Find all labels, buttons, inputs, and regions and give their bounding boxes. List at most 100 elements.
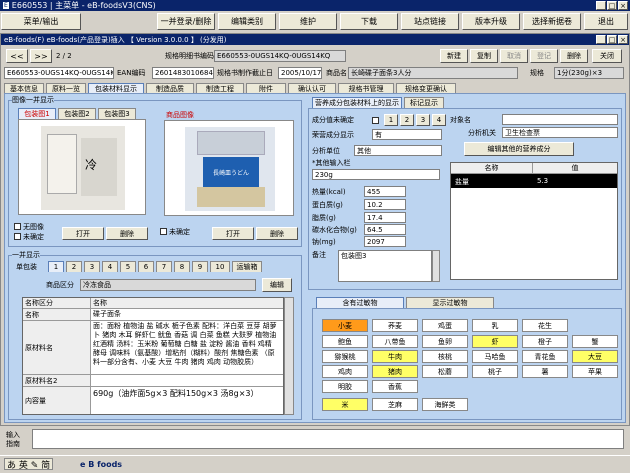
open-product-image-button[interactable]: 打开 (212, 227, 254, 240)
cancel-button[interactable]: 取消 (500, 49, 528, 63)
table-row[interactable]: 原材料名2 (23, 375, 283, 387)
tab-spec-change[interactable]: 规格变更确认 (396, 83, 456, 93)
allergen-item[interactable]: 马哈鱼 (472, 350, 518, 363)
spec-code-field[interactable]: E660553-0UGS14KQ-0UGS14KQ (214, 50, 346, 62)
menu-exit[interactable]: 退出 (584, 13, 628, 30)
tab-allergen-displayed[interactable]: 显示过敏物 (406, 297, 494, 308)
unset-values-checkbox[interactable] (372, 116, 381, 124)
next-record-button[interactable]: >> (30, 49, 52, 63)
nutrition-set-1[interactable]: 1 (384, 114, 398, 126)
other-input-field[interactable]: 230g (312, 169, 440, 180)
product-name-field[interactable]: 长崎碟子面条3人分 (348, 67, 518, 79)
sodium-field[interactable]: 2097 (364, 236, 406, 247)
pkg-tab-9[interactable]: 9 (192, 261, 208, 272)
allergen-item[interactable]: 花生 (522, 319, 568, 332)
allergen-item[interactable]: 鲍鱼 (322, 335, 368, 348)
menu-edit-category[interactable]: 编辑类别 (218, 13, 276, 30)
delete-product-image-button[interactable]: 删除 (256, 227, 298, 240)
allergen-item[interactable]: 芝麻 (372, 398, 418, 411)
open-pkg-image-button[interactable]: 打开 (62, 227, 104, 240)
pkg-tab-5[interactable]: 5 (120, 261, 136, 272)
delete-button[interactable]: 删除 (560, 49, 588, 63)
table-row[interactable]: 内容量 690g（油炸面5g×3 配料150g×3 汤8g×3） (23, 387, 283, 414)
sub-close-button[interactable]: × (618, 35, 628, 44)
nutrition-set-2[interactable]: 2 (400, 114, 414, 126)
allergen-item[interactable]: 苹果 (572, 365, 618, 378)
energy-field[interactable]: 455 (364, 186, 406, 197)
nutrition-set-4[interactable]: 4 (432, 114, 446, 126)
tab-pkg-image-2[interactable]: 包装图2 (58, 108, 96, 119)
allergen-item[interactable]: 牛肉 (372, 350, 418, 363)
allergen-item[interactable]: 小麦 (322, 319, 368, 332)
menu-version-upgrade[interactable]: 版本升级 (462, 13, 520, 30)
menu-output[interactable]: 菜单/输出 (1, 13, 81, 30)
allergen-item[interactable]: 海鲜类 (422, 398, 468, 411)
note-scrollbar[interactable] (432, 250, 440, 282)
allergen-item[interactable]: 虾 (472, 335, 518, 348)
product-category-field[interactable]: 冷冻食品 (80, 279, 256, 291)
table-scrollbar[interactable] (284, 297, 294, 415)
close-button[interactable]: 关闭 (592, 49, 622, 63)
note-field[interactable]: 包装图3 (338, 250, 432, 282)
pkg-tab-10[interactable]: 10 (210, 261, 230, 272)
pkg-tab-8[interactable]: 8 (174, 261, 190, 272)
allergen-item[interactable]: 大豆 (572, 350, 618, 363)
pkg-tab-shipping-box[interactable]: 运输箱 (232, 261, 262, 272)
maximize-button[interactable]: □ (607, 1, 617, 10)
tab-process[interactable]: 制造工程 (196, 83, 244, 93)
allergen-item[interactable]: 猪肉 (372, 365, 418, 378)
record-id-field[interactable]: E660553-0UGS14KQ-0UGS14KQ (4, 67, 114, 79)
tab-packaging[interactable]: 包装材料显示 (88, 83, 144, 93)
menu-bulk-register[interactable]: 一并登录/删除 (157, 13, 215, 30)
carbohydrate-field[interactable]: 64.5 (364, 224, 406, 235)
delete-pkg-image-button[interactable]: 删除 (106, 227, 148, 240)
unset-image-option[interactable]: 未确定 (14, 232, 44, 241)
allergen-item[interactable]: 鸡蛋 (422, 319, 468, 332)
unset-product-option[interactable]: 未确定 (160, 227, 190, 236)
pkg-tab-2[interactable]: 2 (66, 261, 82, 272)
sub-minimize-button[interactable]: _ (596, 35, 606, 44)
fat-field[interactable]: 17.4 (364, 212, 406, 223)
pkg-tab-7[interactable]: 7 (156, 261, 172, 272)
tab-approval[interactable]: 确认认可 (288, 83, 336, 93)
allergen-item[interactable]: 桃子 (472, 365, 518, 378)
edit-other-nutrition-button[interactable]: 编辑其他的营养成分 (464, 142, 574, 156)
tab-materials[interactable]: 原料一览 (46, 83, 86, 93)
allergen-item[interactable]: 猕猴桃 (322, 350, 368, 363)
allergen-item[interactable]: 鱼卵 (422, 335, 468, 348)
protein-field[interactable]: 10.2 (364, 199, 406, 210)
allergen-item[interactable]: 核桃 (422, 350, 468, 363)
tab-pkg-image-1[interactable]: 包装图1 (18, 108, 56, 119)
no-image-option[interactable]: 无图像 (14, 222, 44, 231)
edit-display-button[interactable]: 编辑 (262, 278, 292, 292)
prev-record-button[interactable]: << (6, 49, 28, 63)
register-button[interactable]: 登记 (530, 49, 558, 63)
table-row[interactable]: 名称 碟子面条 (23, 309, 283, 321)
tab-spec-management[interactable]: 规格书管理 (338, 83, 394, 93)
nutrition-set-3[interactable]: 3 (416, 114, 430, 126)
analysis-org-field[interactable]: 卫生检查票 (502, 127, 618, 138)
analysis-unit-field[interactable]: 其他 (354, 145, 442, 156)
allergen-item[interactable]: 橙子 (522, 335, 568, 348)
copy-button[interactable]: 复制 (470, 49, 498, 63)
menu-site-link[interactable]: 站点链接 (401, 13, 459, 30)
allergen-item[interactable]: 蟹 (572, 335, 618, 348)
ean-field[interactable]: 2601483010684 (152, 67, 214, 79)
nutrition-show-field[interactable]: 有 (372, 129, 442, 140)
menu-download[interactable]: 下载 (340, 13, 398, 30)
table-row[interactable]: 原材料名 面：面粉 植物油 盐 碱水 栀子色素 配料：洋白菜 豆芽 胡萝卜 猪肉… (23, 321, 283, 375)
pkg-tab-6[interactable]: 6 (138, 261, 154, 272)
new-button[interactable]: 新建 (440, 49, 468, 63)
tab-quality[interactable]: 制造品质 (146, 83, 194, 93)
deadline-field[interactable]: 2005/10/17 (278, 67, 322, 79)
tab-nutrition-pkg[interactable]: 营养成分包装材料上的显示 (312, 97, 402, 108)
minimize-button[interactable]: _ (596, 1, 606, 10)
grid-row-selected[interactable]: 盐量 5.3 (451, 174, 617, 188)
pkg-tab-4[interactable]: 4 (102, 261, 118, 272)
tab-label-display[interactable]: 标记显示 (404, 97, 444, 108)
tab-basic-info[interactable]: 基本信息 (4, 83, 44, 93)
ime-toolbar[interactable]: あ 英 ✎ 简 (4, 458, 54, 471)
sub-maximize-button[interactable]: □ (607, 35, 617, 44)
allergen-item[interactable]: 香蕉 (372, 380, 418, 393)
allergen-item[interactable]: 松蘑 (422, 365, 468, 378)
